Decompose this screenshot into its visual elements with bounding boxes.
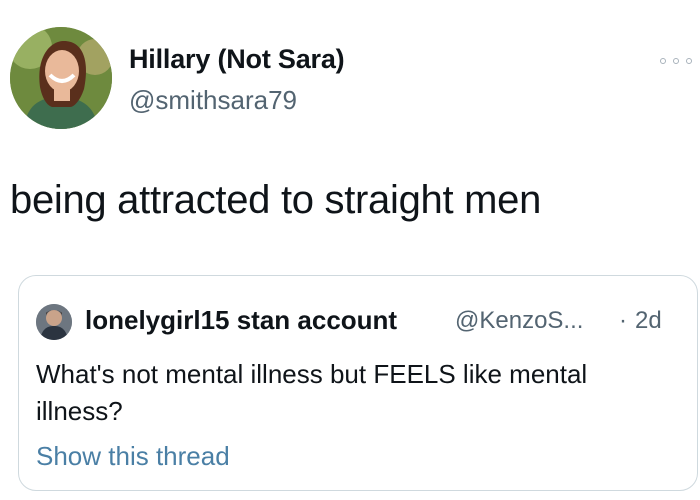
avatar-photo xyxy=(10,27,112,129)
tweet: Hillary (Not Sara) @smithsara79 being at… xyxy=(0,0,700,500)
quoted-avatar-photo xyxy=(36,304,72,340)
more-options-icon[interactable] xyxy=(660,53,692,69)
quoted-tweet-text: What's not mental illness but FEELS like… xyxy=(36,359,588,426)
more-dot xyxy=(686,58,692,64)
tweet-text: being attracted to straight men xyxy=(10,178,542,222)
separator-dot: · xyxy=(619,307,627,334)
show-thread-link[interactable]: Show this thread xyxy=(36,441,230,472)
author-avatar[interactable] xyxy=(10,27,112,129)
author-display-name[interactable]: Hillary (Not Sara) xyxy=(129,44,345,75)
quoted-timestamp[interactable]: 2d xyxy=(635,307,662,335)
more-dot xyxy=(660,58,666,64)
more-dot xyxy=(673,58,679,64)
author-handle[interactable]: @smithsara79 xyxy=(129,85,297,116)
quoted-display-name[interactable]: lonelygirl15 stan account xyxy=(85,305,397,336)
quoted-handle[interactable]: @KenzoS... xyxy=(455,307,583,335)
quoted-author-avatar[interactable] xyxy=(36,304,72,340)
quoted-tweet-card[interactable]: lonelygirl15 stan account @KenzoS... · 2… xyxy=(18,275,698,491)
